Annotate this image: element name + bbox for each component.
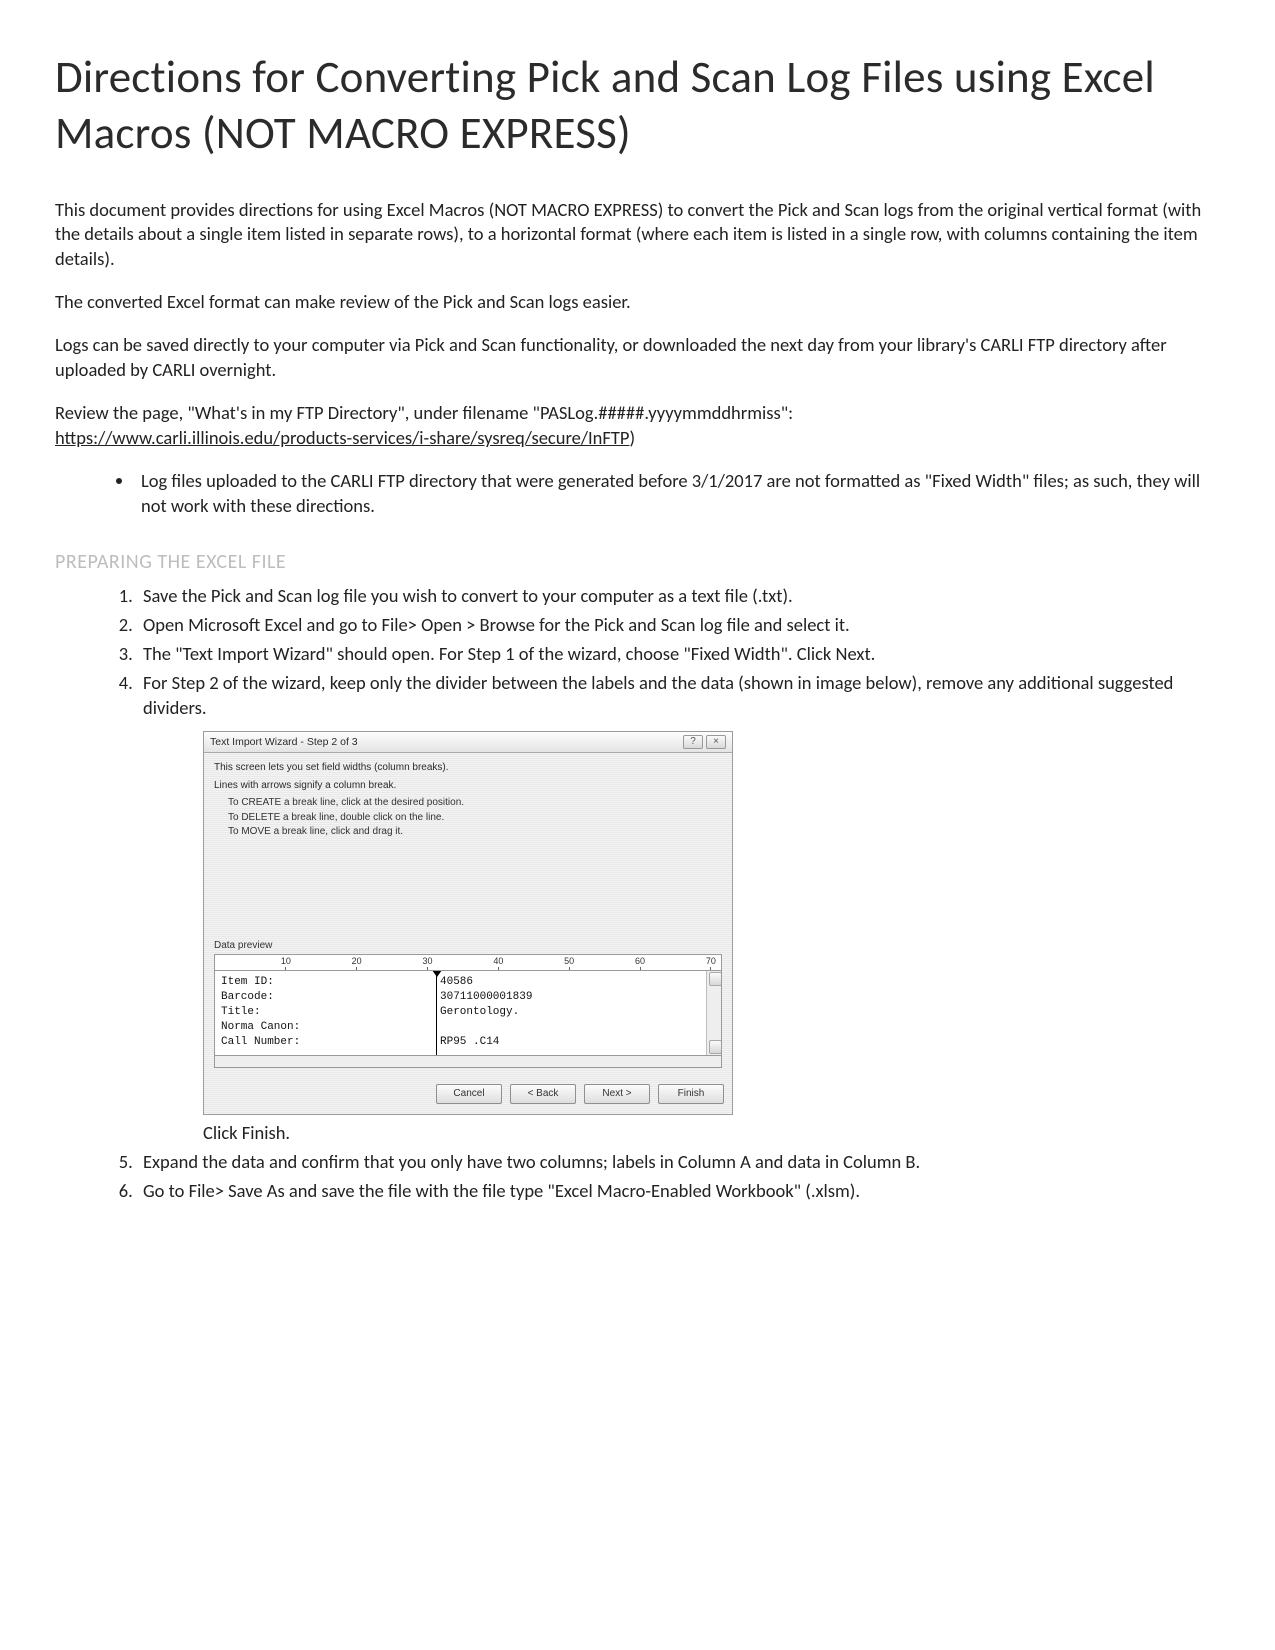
cancel-button[interactable]: Cancel bbox=[436, 1084, 502, 1104]
ruler-tick: 40 bbox=[493, 955, 503, 970]
ruler-tick: 20 bbox=[352, 955, 362, 970]
horizontal-scrollbar[interactable] bbox=[214, 1056, 722, 1068]
ruler-tick: 30 bbox=[423, 955, 433, 970]
step-2: Open Microsoft Excel and go to File> Ope… bbox=[137, 613, 1220, 638]
step-4-click-finish: Click Finish. bbox=[203, 1121, 1220, 1146]
intro-paragraph-1: This document provides directions for us… bbox=[55, 198, 1220, 273]
section-heading-preparing: PREPARING THE EXCEL FILE bbox=[55, 549, 1220, 576]
review-page-paragraph: Review the page, "What's in my FTP Direc… bbox=[55, 401, 1220, 451]
wizard-hint-move: To MOVE a break line, click and drag it. bbox=[228, 825, 722, 839]
text-import-wizard-dialog: Text Import Wizard - Step 2 of 3 ? × Thi… bbox=[203, 731, 733, 1115]
ruler-tick: 50 bbox=[564, 955, 574, 970]
dialog-title: Text Import Wizard - Step 2 of 3 bbox=[210, 735, 358, 749]
data-preview-label: Data preview bbox=[214, 939, 722, 953]
finish-button[interactable]: Finish bbox=[658, 1084, 724, 1104]
close-button[interactable]: × bbox=[706, 735, 726, 749]
step-4: For Step 2 of the wizard, keep only the … bbox=[137, 671, 1220, 1146]
step-4-text: For Step 2 of the wizard, keep only the … bbox=[143, 671, 1173, 719]
intro-paragraph-2: The converted Excel format can make revi… bbox=[55, 290, 1220, 315]
dialog-titlebar: Text Import Wizard - Step 2 of 3 ? × bbox=[204, 732, 732, 753]
page-title: Directions for Converting Pick and Scan … bbox=[55, 50, 1220, 163]
ruler-tick: 60 bbox=[635, 955, 645, 970]
next-button[interactable]: Next > bbox=[584, 1084, 650, 1104]
back-button[interactable]: < Back bbox=[510, 1084, 576, 1104]
vertical-scrollbar[interactable] bbox=[706, 971, 721, 1055]
link-trailing: ) bbox=[629, 426, 635, 449]
intro-paragraph-3: Logs can be saved directly to your compu… bbox=[55, 333, 1220, 383]
ftp-directory-link[interactable]: https://www.carli.illinois.edu/products-… bbox=[55, 426, 629, 449]
step-1: Save the Pick and Scan log file you wish… bbox=[137, 584, 1220, 609]
step-3: The "Text Import Wizard" should open. Fo… bbox=[137, 642, 1220, 667]
help-button[interactable]: ? bbox=[683, 735, 703, 749]
review-page-text: Review the page, "What's in my FTP Direc… bbox=[55, 401, 793, 424]
step-5: Expand the data and confirm that you onl… bbox=[137, 1150, 1220, 1175]
note-bullet-1: Log files uploaded to the CARLI FTP dire… bbox=[135, 469, 1220, 519]
preview-ruler[interactable]: 10 20 30 40 50 60 70 bbox=[214, 954, 722, 970]
data-preview-area[interactable]: Item ID: Barcode: Title: Norma Canon: Ca… bbox=[214, 970, 722, 1056]
step-6: Go to File> Save As and save the file wi… bbox=[137, 1179, 1220, 1204]
wizard-desc-1: This screen lets you set field widths (c… bbox=[214, 761, 722, 775]
preview-column-b: 40586 30711000001839 Gerontology. RP95 .… bbox=[440, 975, 532, 1049]
wizard-hint-create: To CREATE a break line, click at the des… bbox=[228, 796, 722, 810]
column-break-line[interactable] bbox=[436, 971, 437, 1055]
wizard-desc-2: Lines with arrows signify a column break… bbox=[214, 779, 722, 793]
ruler-tick: 10 bbox=[281, 955, 291, 970]
ruler-tick: 70 bbox=[706, 955, 716, 970]
wizard-hint-delete: To DELETE a break line, double click on … bbox=[228, 811, 722, 825]
preview-column-a: Item ID: Barcode: Title: Norma Canon: Ca… bbox=[221, 975, 300, 1049]
